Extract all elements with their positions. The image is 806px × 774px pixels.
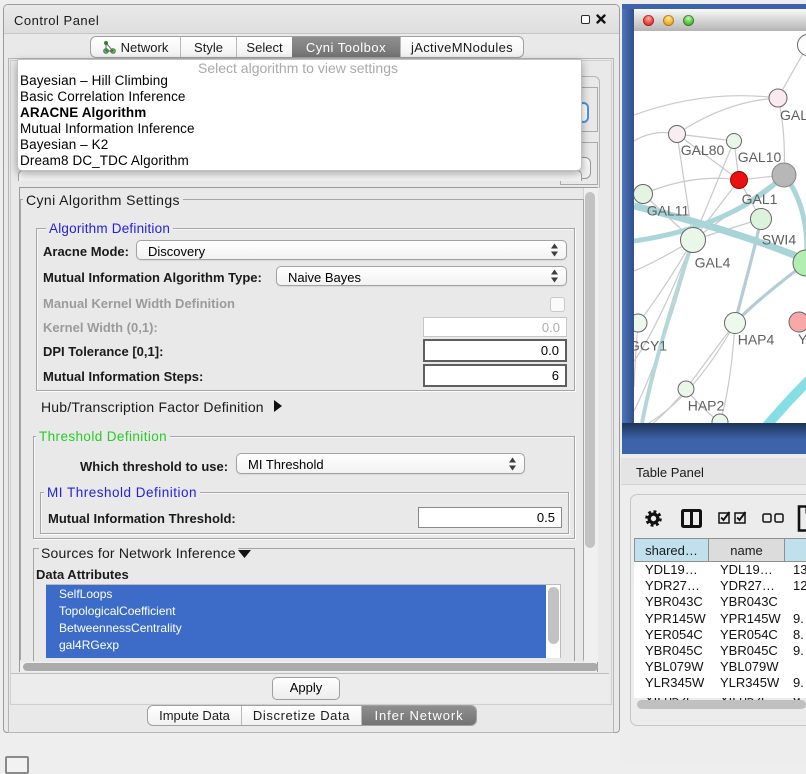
svg-text:HAP4: HAP4 (738, 332, 775, 348)
svg-text:GCY1: GCY1 (634, 338, 667, 354)
svg-text:GAL10: GAL10 (738, 149, 782, 165)
svg-text:GAL7: GAL7 (780, 107, 806, 123)
svg-text:Y: Y (798, 331, 806, 347)
svg-text:GAL80: GAL80 (681, 142, 725, 158)
svg-text:GAL1: GAL1 (742, 191, 778, 207)
svg-text:GAL4: GAL4 (695, 255, 731, 271)
svg-text:SWI4: SWI4 (762, 232, 796, 248)
svg-text:HAP2: HAP2 (688, 398, 725, 414)
svg-text:GAL11: GAL11 (647, 203, 690, 219)
